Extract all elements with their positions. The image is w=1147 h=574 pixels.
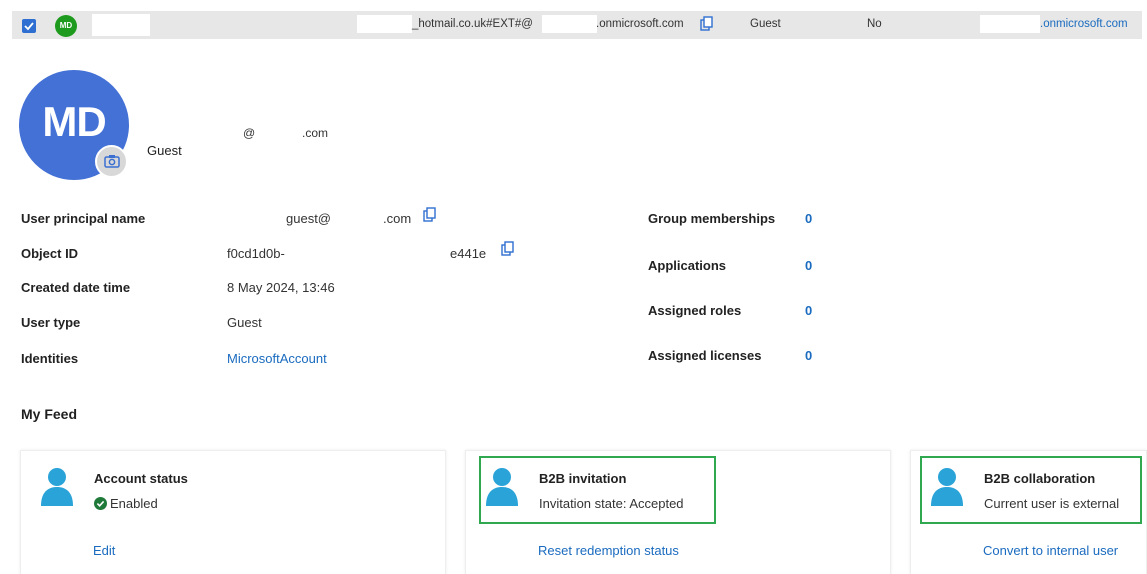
copy-icon[interactable] (501, 241, 515, 257)
change-photo-button[interactable] (95, 145, 128, 178)
camera-icon (103, 155, 120, 168)
reset-redemption-link[interactable]: Reset redemption status (538, 543, 679, 558)
assigned-licenses-label: Assigned licenses (648, 348, 762, 363)
person-icon (486, 468, 518, 506)
group-memberships-label: Group memberships (648, 211, 776, 226)
copy-icon[interactable] (700, 16, 714, 32)
collaboration-text: Current user is external (984, 496, 1120, 511)
b2b-collaboration-card: B2B collaboration Current user is extern… (910, 450, 1147, 574)
identities-link[interactable]: MicrosoftAccount (227, 351, 327, 366)
column-value: No (867, 18, 882, 30)
object-id-value-end: e441e (450, 246, 487, 261)
person-icon (41, 468, 73, 506)
object-id-value: f0cd1d0b- (227, 246, 285, 261)
card-title: B2B invitation (539, 471, 627, 486)
upn-label: User principal name (21, 211, 146, 226)
user-list-row[interactable]: MD _hotmail.co.uk#EXT#@ .onmicrosoft.com… (12, 11, 1142, 39)
group-memberships-count[interactable]: 0 (805, 211, 812, 226)
edit-link[interactable]: Edit (93, 543, 115, 558)
check-circle-icon (94, 497, 107, 510)
profile-upn-domain: .com (302, 126, 329, 140)
user-type-cell: Guest (750, 18, 781, 30)
applications-count[interactable]: 0 (805, 258, 812, 273)
created-value: 8 May 2024, 13:46 (227, 280, 335, 295)
status-text: Enabled (110, 496, 158, 511)
user-type-value: Guest (227, 315, 262, 330)
redacted-name (92, 14, 150, 36)
avatar: MD (55, 15, 77, 37)
card-title: B2B collaboration (984, 471, 1096, 486)
assigned-licenses-count[interactable]: 0 (805, 348, 812, 363)
identities-label: Identities (21, 351, 79, 366)
feed-title: My Feed (21, 406, 78, 422)
profile-upn-at: @ (243, 126, 256, 140)
account-status-card: Account status Enabled Edit (20, 450, 446, 574)
redacted-text (980, 15, 1040, 33)
person-icon (931, 468, 963, 506)
created-label: Created date time (21, 280, 131, 295)
assigned-roles-label: Assigned roles (648, 303, 742, 318)
assigned-roles-count[interactable]: 0 (805, 303, 812, 318)
email-fragment: _hotmail.co.uk#EXT#@ (412, 18, 533, 30)
invitation-state-text: Invitation state: Accepted (539, 496, 684, 511)
copy-icon[interactable] (423, 207, 437, 223)
domain-link[interactable]: .onmicrosoft.com (1040, 18, 1128, 30)
email-fragment: .onmicrosoft.com (596, 18, 684, 30)
profile-user-type: Guest (147, 143, 182, 158)
checkbox-checked-icon[interactable] (22, 19, 36, 33)
applications-label: Applications (648, 258, 727, 273)
user-type-label: User type (21, 315, 81, 330)
b2b-invitation-card: B2B invitation Invitation state: Accepte… (465, 450, 891, 574)
redacted-text (357, 15, 412, 33)
upn-value: guest@ (286, 211, 331, 226)
redacted-text (542, 15, 597, 33)
convert-internal-link[interactable]: Convert to internal user (983, 543, 1118, 558)
upn-value-domain: .com (383, 211, 412, 226)
object-id-label: Object ID (21, 246, 79, 261)
card-title: Account status (94, 471, 188, 486)
